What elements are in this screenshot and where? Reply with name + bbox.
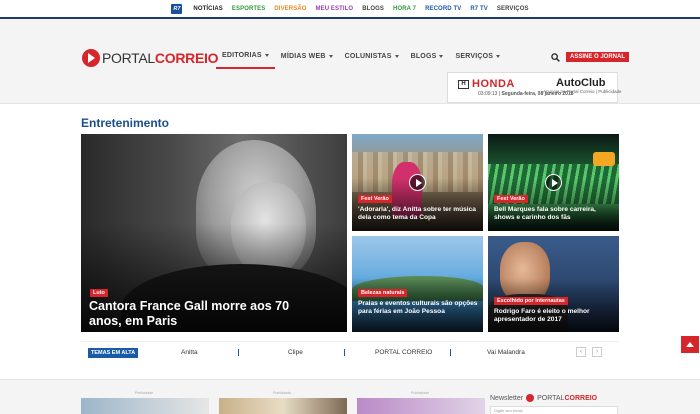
- chevron-down-icon: [394, 55, 399, 58]
- trending-item[interactable]: PORTAL CORREIO: [375, 349, 432, 356]
- ad-caption[interactable]: Anuncie no Portal Correio | Publicidade: [543, 89, 621, 94]
- ad-label: Publicidade: [135, 391, 154, 395]
- main-news-card[interactable]: Luto Cantora France Gall morre aos 70 an…: [81, 134, 347, 332]
- chevron-down-icon: [264, 54, 269, 57]
- category-tag: Belezas naturais: [358, 289, 408, 297]
- bottom-section: Publicidade Publicidade Publicidade News…: [0, 379, 700, 414]
- nav-colunistas[interactable]: COLUNISTAS: [339, 52, 405, 69]
- honda-h-icon: H: [458, 79, 469, 89]
- topbar-link-noticias[interactable]: NOTÍCIAS: [193, 6, 222, 12]
- topbar-link-servicos[interactable]: SERVIÇOS: [497, 6, 529, 12]
- topbar-link-blogs[interactable]: BLOGS: [362, 6, 384, 12]
- trending-separator: [238, 349, 239, 356]
- trending-item[interactable]: Anitta: [181, 349, 198, 356]
- logo-text: PORTALCORREIO: [102, 50, 219, 66]
- portal-correio-logo[interactable]: PORTALCORREIO: [82, 49, 218, 67]
- trending-item[interactable]: Clipe: [288, 349, 303, 356]
- nav-blogs[interactable]: BLOGS: [405, 52, 450, 69]
- topbar-link-record-tv[interactable]: RECORD TV: [425, 6, 461, 12]
- trending-item[interactable]: Vai Malandra: [487, 349, 525, 356]
- card-headline[interactable]: Rodrigo Faro é eleito o melhor apresenta…: [494, 308, 616, 324]
- play-video-icon[interactable]: [545, 174, 562, 191]
- next-arrow-button[interactable]: ›: [592, 347, 602, 357]
- back-to-top-button[interactable]: [681, 336, 699, 353]
- trending-separator: [344, 349, 345, 356]
- bottom-thumbnail[interactable]: [81, 398, 209, 414]
- newsletter-heading: Newsletter PORTALCORREIO: [490, 394, 598, 402]
- news-card-anitta[interactable]: Fest Verão 'Adorarla', diz Anitta sobre …: [352, 134, 483, 231]
- honda-logo: H HONDA: [458, 78, 515, 90]
- bottom-thumbnail[interactable]: [219, 398, 347, 414]
- news-card-rodrigo-faro[interactable]: Escolhido por internautas Rodrigo Faro é…: [488, 236, 619, 332]
- r7-logo[interactable]: R7: [171, 3, 183, 14]
- chevron-down-icon: [328, 55, 333, 58]
- subscribe-button[interactable]: ASSINE O JORNAL: [566, 52, 630, 62]
- image-overlay: [488, 279, 619, 332]
- nav-midias-web[interactable]: MÍDIAS WEB: [275, 52, 339, 69]
- trending-label: TEMAS EM ALTA: [88, 348, 139, 358]
- play-video-icon[interactable]: [409, 174, 426, 191]
- topbar-link-esportes[interactable]: ESPORTES: [232, 6, 265, 12]
- nav-servicos[interactable]: SERVIÇOS: [449, 52, 506, 69]
- ad-product: AutoClub: [556, 77, 606, 89]
- category-tag: Luto: [90, 289, 108, 297]
- main-headline[interactable]: Cantora France Gall morre aos 70 anos, e…: [89, 299, 319, 329]
- news-card-praias[interactable]: Belezas naturais Praias e eventos cultur…: [352, 236, 483, 332]
- ad-label: Publicidade: [273, 391, 292, 395]
- category-tag: Escolhido por internautas: [494, 297, 568, 305]
- trending-separator: [450, 349, 451, 356]
- nav-editorias[interactable]: EDITORIAS: [216, 52, 275, 69]
- category-tag: Fest Verão: [358, 195, 392, 203]
- play-logo-icon: [526, 394, 535, 402]
- topbar-link-r7-tv[interactable]: R7 TV: [470, 6, 488, 12]
- prev-arrow-button[interactable]: ‹: [576, 347, 586, 357]
- chevron-down-icon: [439, 55, 444, 58]
- search-icon[interactable]: [551, 53, 560, 62]
- card-headline[interactable]: Bell Marques fala sobre carreira, shows …: [494, 206, 616, 222]
- trending-topics-bar: TEMAS EM ALTA Anitta Clipe PORTAL CORREI…: [81, 341, 619, 363]
- card-headline[interactable]: 'Adorarla', diz Anitta sobre ter música …: [358, 206, 480, 222]
- card-headline[interactable]: Praias e eventos culturais são opções pa…: [358, 300, 480, 316]
- news-card-bell-marques[interactable]: Fest Verão Bell Marques fala sobre carre…: [488, 134, 619, 231]
- chevron-down-icon: [496, 55, 501, 58]
- event-logo: [593, 152, 615, 166]
- honda-ad-banner[interactable]: H HONDA AutoClub 03:09:13 | Segunda-feir…: [447, 72, 618, 103]
- category-tag: Fest Verão: [494, 195, 528, 203]
- newsletter-email-input[interactable]: Digite seu email: [490, 406, 618, 414]
- topbar-link-meu-estilo[interactable]: MEU ESTILO: [316, 6, 354, 12]
- topbar-link-diversao[interactable]: DIVERSÃO: [274, 6, 306, 12]
- r7-top-bar: R7 NOTÍCIAS ESPORTES DIVERSÃO MEU ESTILO…: [0, 0, 700, 19]
- topbar-link-hora-7[interactable]: HORA 7: [393, 6, 416, 12]
- bottom-thumbnail[interactable]: [357, 398, 485, 414]
- ad-label: Publicidade: [411, 391, 430, 395]
- play-logo-icon: [82, 49, 100, 67]
- main-nav: EDITORIAS MÍDIAS WEB COLUNISTAS BLOGS SE…: [216, 52, 506, 69]
- section-title[interactable]: Entretenimento: [81, 116, 169, 130]
